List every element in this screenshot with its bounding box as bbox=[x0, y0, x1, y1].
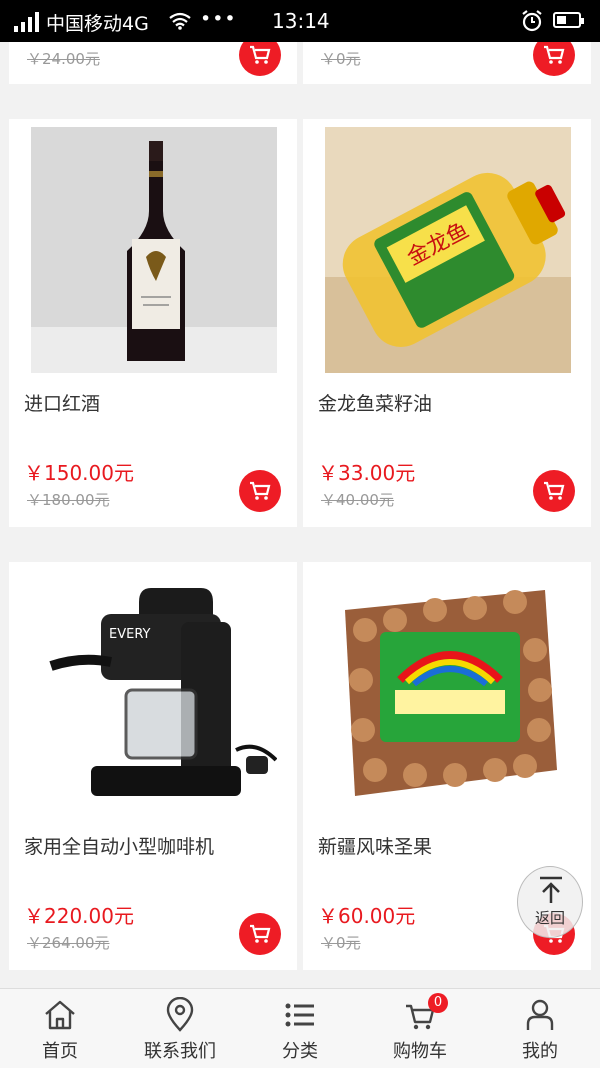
product-name[interactable]: 金龙鱼菜籽油 bbox=[318, 389, 432, 416]
carrier-label: 中国移动4G bbox=[46, 13, 149, 35]
product-card[interactable]: EVERY 家用全自动小型咖啡机 ￥220.00元 ￥264.00元 bbox=[9, 562, 297, 970]
signal-icon bbox=[14, 12, 42, 32]
battery-icon bbox=[553, 12, 584, 28]
tab-home[interactable]: 首页 bbox=[0, 989, 120, 1068]
product-name[interactable]: 进口红酒 bbox=[24, 389, 100, 416]
product-card[interactable]: 金龙鱼 金龙鱼菜籽油 ￥33.00元 ￥40.00元 bbox=[303, 119, 591, 527]
back-to-top-label: 返回 bbox=[534, 909, 565, 927]
add-to-cart-button[interactable] bbox=[533, 42, 575, 76]
bottom-tab-bar: 首页 联系我们 分类 0 购物车 我的 bbox=[0, 988, 600, 1068]
tab-label: 首页 bbox=[42, 1041, 78, 1062]
tab-label: 分类 bbox=[282, 1041, 318, 1062]
tab-mine[interactable]: 我的 bbox=[480, 989, 600, 1068]
tab-label: 购物车 bbox=[393, 1041, 447, 1062]
product-price: ￥220.00元 bbox=[24, 904, 134, 928]
svg-text:EVERY: EVERY bbox=[109, 627, 151, 642]
product-image-red-wine[interactable] bbox=[31, 127, 277, 373]
tab-label: 我的 bbox=[522, 1041, 558, 1062]
product-name[interactable]: 新疆风味圣果 bbox=[318, 832, 432, 859]
alarm-icon bbox=[522, 10, 542, 32]
status-bar: 中国移动4G ••• 13:14 bbox=[0, 0, 600, 42]
product-image-nuts[interactable] bbox=[325, 570, 571, 816]
cart-icon bbox=[250, 481, 271, 500]
product-card-partial[interactable]: ￥24.00元 bbox=[9, 42, 297, 84]
back-to-top-button[interactable]: 返回 bbox=[517, 866, 583, 938]
tab-cart[interactable]: 0 购物车 bbox=[360, 989, 480, 1068]
product-price: ￥33.00元 bbox=[318, 461, 416, 485]
add-to-cart-button[interactable] bbox=[239, 470, 281, 512]
product-old-price: ￥0元 bbox=[321, 50, 361, 68]
product-image-oil[interactable]: 金龙鱼 bbox=[325, 127, 571, 373]
add-to-cart-button[interactable] bbox=[239, 913, 281, 955]
arrow-up-icon bbox=[540, 876, 562, 903]
product-name[interactable]: 家用全自动小型咖啡机 bbox=[24, 832, 214, 859]
add-to-cart-button[interactable] bbox=[239, 42, 281, 76]
product-price: ￥150.00元 bbox=[24, 461, 134, 485]
list-icon bbox=[285, 1003, 314, 1027]
product-old-price: ￥40.00元 bbox=[321, 491, 394, 509]
clock: 13:14 bbox=[272, 9, 330, 33]
tab-label: 联系我们 bbox=[144, 1041, 216, 1062]
product-image-coffee-machine[interactable]: EVERY bbox=[31, 570, 277, 816]
cart-icon bbox=[544, 45, 565, 64]
user-icon bbox=[526, 999, 554, 1030]
product-old-price: ￥264.00元 bbox=[27, 934, 110, 952]
location-pin-icon bbox=[166, 997, 194, 1032]
product-old-price: ￥24.00元 bbox=[27, 50, 100, 68]
cart-count-badge: 0 bbox=[428, 993, 448, 1013]
add-to-cart-button[interactable] bbox=[533, 470, 575, 512]
cart-icon bbox=[250, 924, 271, 943]
product-list[interactable]: ￥24.00元 ￥0元 进口红酒 ￥150.00元 ￥180.00元 金龙鱼 金… bbox=[0, 42, 600, 988]
product-price: ￥60.00元 bbox=[318, 904, 416, 928]
product-card[interactable]: 进口红酒 ￥150.00元 ￥180.00元 bbox=[9, 119, 297, 527]
cart-icon bbox=[250, 45, 271, 64]
product-old-price: ￥0元 bbox=[321, 934, 361, 952]
wifi-icon bbox=[169, 12, 191, 30]
product-card-partial[interactable]: ￥0元 bbox=[303, 42, 591, 84]
home-icon bbox=[45, 1000, 75, 1030]
tab-contact[interactable]: 联系我们 bbox=[120, 989, 240, 1068]
tab-category[interactable]: 分类 bbox=[240, 989, 360, 1068]
product-old-price: ￥180.00元 bbox=[27, 491, 110, 509]
more-dots: ••• bbox=[200, 8, 237, 30]
cart-icon bbox=[544, 481, 565, 500]
